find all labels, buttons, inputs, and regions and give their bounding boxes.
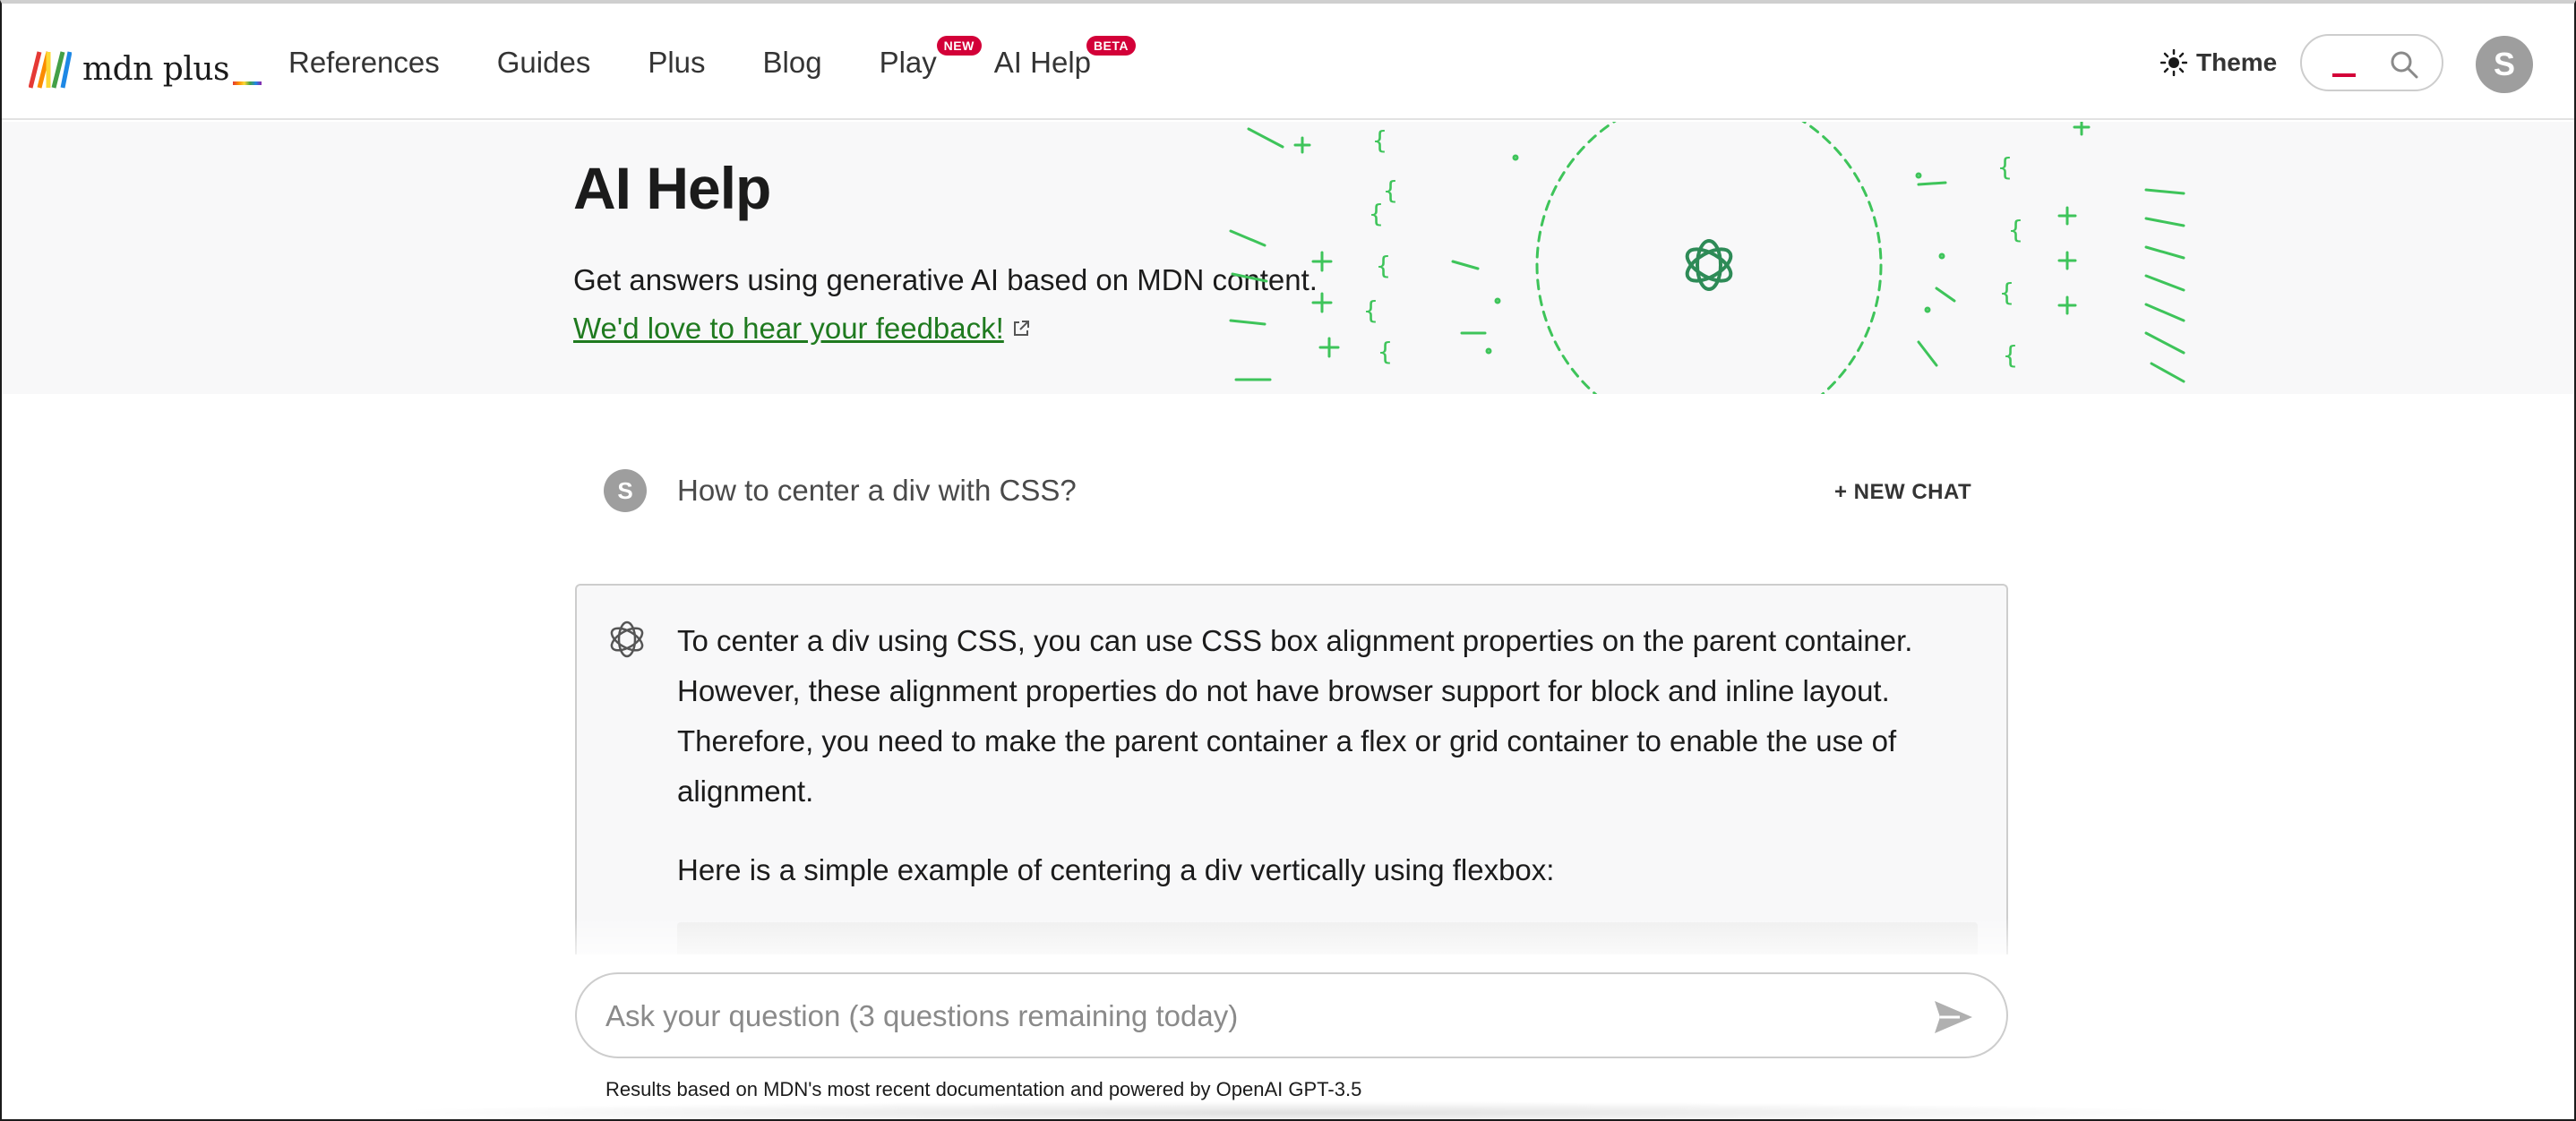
answer-paragraph: To center a div using CSS, you can use C… xyxy=(677,624,1913,808)
search-caret xyxy=(2332,73,2356,77)
svg-text:{: { xyxy=(1369,199,1384,228)
nav-plus[interactable]: Plus xyxy=(648,45,705,81)
bottom-shadow xyxy=(360,1101,2223,1121)
top-navigation: mdn plus References Guides Plus Blog Pla… xyxy=(2,4,2574,120)
svg-text:{: { xyxy=(1376,251,1391,280)
question-input-placeholder: Ask your question (3 questions remaining… xyxy=(605,999,1239,1032)
svg-text:{: { xyxy=(1363,295,1378,325)
mdn-logo-icon xyxy=(29,51,72,89)
user-message: S How to center a div with CSS? xyxy=(604,469,1077,512)
beta-badge: BETA xyxy=(1086,36,1137,56)
page-title: AI Help xyxy=(573,155,771,221)
feedback-link-text: We'd love to hear your feedback! xyxy=(573,312,1004,345)
openai-icon xyxy=(1685,239,1733,291)
svg-text:{: { xyxy=(2003,340,2018,370)
nav-references[interactable]: References xyxy=(288,45,440,81)
powered-by-note: Results based on MDN's most recent docum… xyxy=(605,1078,1362,1100)
mdn-plus-logo[interactable]: mdn plus xyxy=(29,43,262,90)
svg-text:{: { xyxy=(1997,152,2013,182)
answer-text: To center a div using CSS, you can use C… xyxy=(677,616,1985,924)
nav-blog[interactable]: Blog xyxy=(763,45,822,81)
hero-subtitle: Get answers using generative AI based on… xyxy=(573,263,1318,296)
main-menu: References Guides Plus Blog Play NEW AI … xyxy=(288,36,1148,81)
nav-guides[interactable]: Guides xyxy=(497,45,591,81)
svg-text:{: { xyxy=(1372,125,1387,155)
new-chat-button[interactable]: + NEW CHAT xyxy=(1834,480,1971,505)
new-badge: NEW xyxy=(936,36,982,56)
logo-text: mdn plus xyxy=(82,50,262,90)
user-avatar[interactable]: S xyxy=(2476,36,2533,93)
theme-label: Theme xyxy=(2196,48,2278,76)
question-input[interactable]: Ask your question (3 questions remaining… xyxy=(575,972,2008,1058)
search-input[interactable] xyxy=(2300,34,2443,91)
nav-play[interactable]: Play NEW xyxy=(880,36,982,81)
svg-text:{: { xyxy=(1383,175,1398,205)
nav-ai-help[interactable]: AI Help BETA xyxy=(994,36,1137,81)
user-message-avatar: S xyxy=(604,469,647,512)
user-question-text: How to center a div with CSS? xyxy=(677,474,1077,507)
hero-pattern: { { { { { { { { { { xyxy=(1229,122,2185,394)
assistant-answer: To center a div using CSS, you can use C… xyxy=(575,584,2008,954)
svg-text:{: { xyxy=(1999,278,2014,307)
theme-button[interactable]: Theme xyxy=(2160,48,2277,77)
scroll-fade xyxy=(2,917,2574,971)
send-icon[interactable] xyxy=(1933,999,1974,1035)
feedback-link[interactable]: We'd love to hear your feedback! xyxy=(573,312,1031,346)
svg-text:{: { xyxy=(2008,215,2023,244)
external-link-icon xyxy=(1013,321,1029,336)
search-icon[interactable] xyxy=(2388,48,2420,81)
openai-icon xyxy=(610,620,644,658)
answer-paragraph: Here is a simple example of centering a … xyxy=(677,853,1555,886)
sun-icon xyxy=(2160,49,2187,76)
ai-help-hero: AI Help Get answers using generative AI … xyxy=(2,122,2574,394)
svg-text:{: { xyxy=(1378,337,1393,366)
